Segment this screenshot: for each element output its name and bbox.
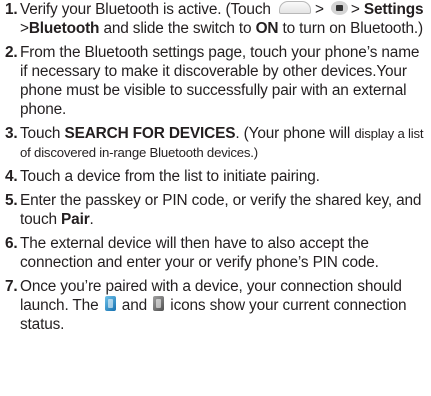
home-icon [278,1,311,15]
pair-label: Pair [61,211,90,228]
step-number: 7. [5,278,18,295]
step-number: 4. [5,168,18,185]
step-3-text-c: (Your phone will [243,125,351,142]
step-5: 5. Enter the passkey or PIN code, or ver… [5,191,427,229]
arrow-separator: > [20,20,29,37]
arrow-separator: > [350,1,360,18]
settings-label: Settings [363,1,424,18]
step-1-text-c: to turn on Bluetooth.) [282,20,424,37]
step-6: 6. The external device will then have to… [5,234,427,272]
step-4: 4. Touch a device from the list to initi… [5,167,427,186]
step-number: 6. [5,235,18,252]
step-2-text: From the Bluetooth settings page, touch … [20,44,420,118]
step-3-text-a: Touch [20,125,61,142]
step-6-text: The external device will then have to al… [20,235,379,271]
step-1-text-b: and slide the switch to [103,20,252,37]
step-number: 2. [5,44,18,61]
step-number: 5. [5,192,18,209]
step-1-text-a: Verify your Bluetooth is active. (Touch [20,1,271,18]
search-for-devices-label: SEARCH FOR DEVICES [64,125,236,142]
step-7: 7. Once you’re paired with a device, you… [5,277,427,334]
pairing-steps-list: 1. Verify your Bluetooth is active. (Tou… [0,0,431,334]
step-3-text-b: . [235,125,240,142]
bluetooth-status-icon [153,296,165,312]
step-7-and: and [121,297,148,314]
step-1: 1. Verify your Bluetooth is active. (Tou… [5,0,427,38]
step-number: 1. [5,1,18,18]
bluetooth-connected-icon [104,296,116,312]
on-label: ON [255,20,279,37]
menu-icon [330,0,348,15]
bluetooth-label: Bluetooth [28,20,100,37]
step-2: 2. From the Bluetooth settings page, tou… [5,43,427,119]
arrow-separator: > [314,1,324,18]
step-4-text: Touch a device from the list to initiate… [20,168,320,185]
step-5-text-b: . [89,211,94,228]
step-number: 3. [5,125,18,142]
step-3: 3. Touch SEARCH FOR DEVICES. (Your phone… [5,124,427,162]
